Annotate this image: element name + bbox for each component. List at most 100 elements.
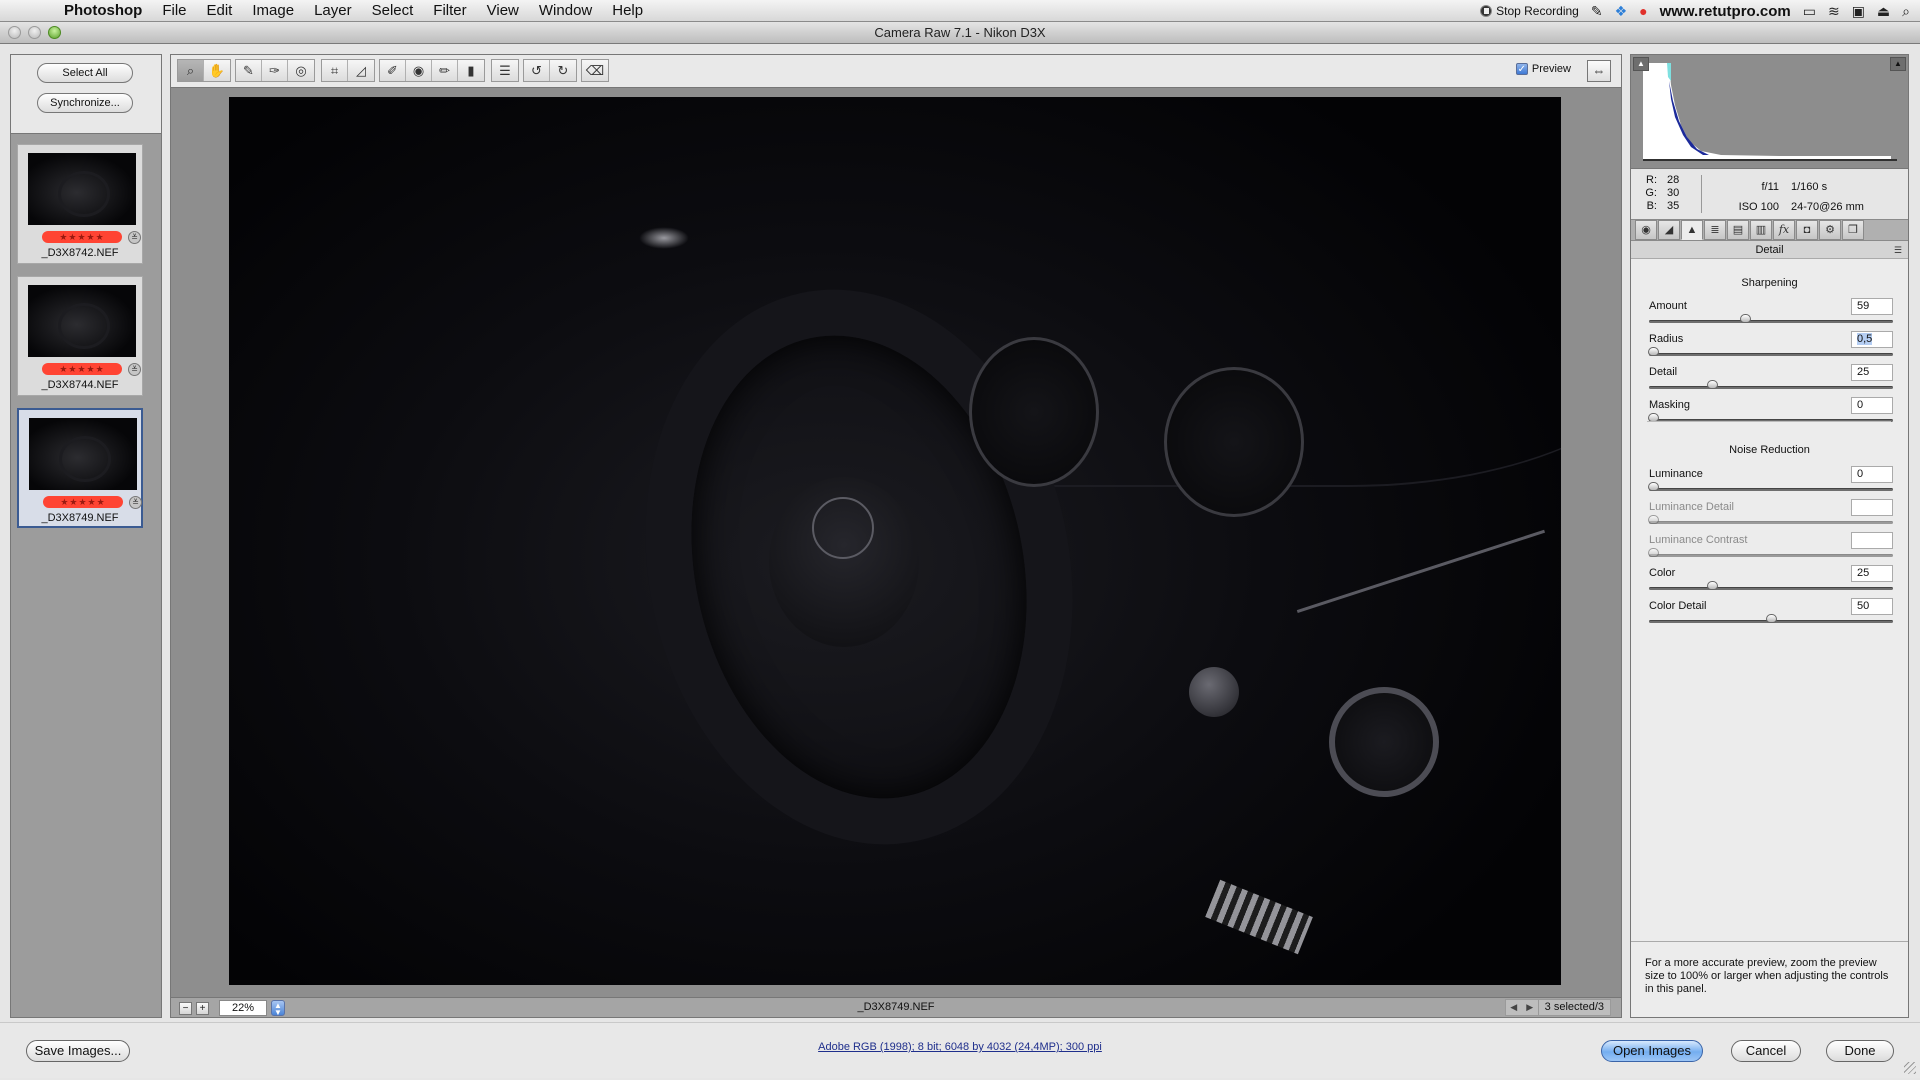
previous-image-icon[interactable]: ◀ [1506, 1002, 1522, 1013]
menu-app-name[interactable]: Photoshop [54, 0, 152, 22]
luminance-contrast-slider-track [1649, 554, 1893, 557]
panel-menu-icon[interactable]: ☰ [1894, 241, 1902, 259]
thumbnail-item[interactable]: ★★★★★ ≚ _D3X8742.NEF [17, 144, 143, 264]
menu-filter[interactable]: Filter [423, 0, 476, 22]
hand-tool-icon[interactable]: ✋ [204, 60, 230, 81]
amount-value-field[interactable]: 59 [1851, 298, 1893, 315]
radius-slider-track[interactable] [1649, 353, 1893, 356]
cancel-button[interactable]: Cancel [1731, 1040, 1801, 1062]
amount-slider-handle[interactable] [1740, 314, 1752, 323]
color-sampler-tool-icon[interactable]: ✑ [262, 60, 288, 81]
adjustment-brush-tool-icon[interactable]: ✏ [432, 60, 458, 81]
window-title: Camera Raw 7.1 - Nikon D3X [874, 25, 1046, 40]
targeted-adjustment-tool-icon[interactable]: ◎ [288, 60, 314, 81]
image-canvas[interactable] [171, 87, 1621, 997]
panel-tabs: ◉ ◢ ▲ ≣ ▤ ▥ fx ◘ ⚙ ❐ [1631, 219, 1908, 241]
selection-count: 3 selected/3 [1537, 1000, 1610, 1015]
rotate-right-icon[interactable]: ↻ [550, 60, 576, 81]
crop-tool-icon[interactable]: ⌗ [322, 60, 348, 81]
stop-recording-button[interactable]: Stop Recording [1480, 4, 1579, 18]
radius-value-field[interactable]: 0,5 [1851, 331, 1893, 348]
color-detail-value-field[interactable]: 50 [1851, 598, 1893, 615]
menu-edit[interactable]: Edit [197, 0, 243, 22]
red-eye-removal-tool-icon[interactable]: ◉ [406, 60, 432, 81]
spot-removal-tool-icon[interactable]: ✐ [380, 60, 406, 81]
luminance-slider-track[interactable] [1649, 488, 1893, 491]
rating-stars[interactable]: ★★★★★ [42, 231, 122, 243]
color-value-field[interactable]: 25 [1851, 565, 1893, 582]
filmstrip-panel: Select All Synchronize... ★★★★★ ≚ _D3X87… [10, 54, 162, 1018]
menu-select[interactable]: Select [362, 0, 424, 22]
dropbox-icon[interactable]: ❖ [1615, 3, 1628, 20]
menu-view[interactable]: View [477, 0, 529, 22]
amount-slider-track[interactable] [1649, 320, 1893, 323]
open-images-button[interactable]: Open Images [1601, 1040, 1703, 1062]
tab-basic-icon[interactable]: ◉ [1635, 220, 1657, 240]
tab-effects-icon[interactable]: fx [1773, 220, 1795, 240]
menu-layer[interactable]: Layer [304, 0, 362, 22]
histogram-graph [1643, 63, 1897, 161]
preferences-icon[interactable]: ☰ [492, 60, 518, 81]
luminance-label: Luminance [1649, 468, 1703, 480]
wifi-icon[interactable]: ≋ [1828, 3, 1840, 20]
thumbnail-item[interactable]: ★★★★★ ≚ _D3X8744.NEF [17, 276, 143, 396]
select-all-button[interactable]: Select All [37, 63, 133, 83]
color-detail-slider-handle[interactable] [1766, 614, 1777, 623]
shadow-clipping-warning-icon[interactable]: ▲ [1633, 57, 1649, 71]
synchronize-button[interactable]: Synchronize... [37, 93, 133, 113]
eject-icon[interactable]: ⏏ [1877, 3, 1890, 20]
graduated-filter-tool-icon[interactable]: ▮ [458, 60, 484, 81]
menu-file[interactable]: File [152, 0, 196, 22]
histogram-white-luminance [1643, 63, 1891, 159]
radius-slider: Radius 0,5 [1648, 331, 1893, 366]
checkbox-checked-icon[interactable]: ✓ [1515, 63, 1528, 75]
straighten-tool-icon[interactable]: ◿ [348, 60, 374, 81]
tab-presets-icon[interactable]: ⚙ [1819, 220, 1841, 240]
detail-slider-track[interactable] [1649, 386, 1893, 389]
tab-snapshots-icon[interactable]: ❐ [1842, 220, 1864, 240]
photo-knob [1189, 667, 1239, 717]
masking-value-field[interactable]: 0 [1851, 397, 1893, 414]
rating-stars[interactable]: ★★★★★ [43, 496, 123, 508]
zoom-tool-icon[interactable]: ⌕ [178, 60, 204, 81]
preview-photo[interactable] [229, 97, 1561, 985]
tab-lens-corrections-icon[interactable]: ▥ [1750, 220, 1772, 240]
resize-grip[interactable] [1904, 1062, 1916, 1074]
color-slider-handle[interactable] [1707, 581, 1718, 590]
radius-slider-handle[interactable] [1648, 347, 1659, 356]
menu-image[interactable]: Image [242, 0, 304, 22]
battery-icon[interactable]: ▣ [1852, 3, 1865, 20]
next-image-icon[interactable]: ▶ [1522, 1002, 1538, 1013]
white-balance-tool-icon[interactable]: ✎ [236, 60, 262, 81]
tab-split-toning-icon[interactable]: ▤ [1727, 220, 1749, 240]
color-slider-track[interactable] [1649, 587, 1893, 590]
sharpening-heading: Sharpening [1741, 277, 1798, 289]
display-icon[interactable]: ▭ [1803, 3, 1816, 20]
preview-checkbox[interactable]: ✓ Preview [1515, 63, 1571, 75]
highlight-clipping-warning-icon[interactable]: ▲ [1890, 57, 1906, 71]
fullscreen-toggle-icon[interactable]: ⇔ [1587, 60, 1611, 82]
r-label: R: [1646, 174, 1657, 186]
thumbnail-item-selected[interactable]: ★★★★★ ≚ _D3X8749.NEF [17, 408, 143, 528]
trash-icon[interactable]: ⌫ [582, 60, 608, 81]
detail-slider-handle[interactable] [1707, 380, 1718, 389]
tab-camera-calibration-icon[interactable]: ◘ [1796, 220, 1818, 240]
panel-title: Detail ☰ [1631, 241, 1908, 259]
spotlight-search-icon[interactable]: ⌕ [1902, 3, 1910, 20]
luminance-slider-handle[interactable] [1648, 482, 1659, 491]
detail-value-field[interactable]: 25 [1851, 364, 1893, 381]
rotate-left-icon[interactable]: ↺ [524, 60, 550, 81]
tab-detail-icon[interactable]: ▲ [1681, 220, 1703, 240]
noise-reduction-heading: Noise Reduction [1729, 444, 1810, 456]
menu-help[interactable]: Help [602, 0, 653, 22]
done-button[interactable]: Done [1826, 1040, 1894, 1062]
tab-tone-curve-icon[interactable]: ◢ [1658, 220, 1680, 240]
b-label: B: [1646, 200, 1657, 212]
menu-window[interactable]: Window [529, 0, 602, 22]
recorder-app-icon[interactable]: ● [1639, 3, 1647, 19]
workflow-options-text[interactable]: Adobe RGB (1998); 8 bit; 6048 by 4032 (2… [818, 1041, 1102, 1053]
wacom-icon[interactable]: ✎ [1591, 3, 1603, 20]
tab-hsl-icon[interactable]: ≣ [1704, 220, 1726, 240]
rating-stars[interactable]: ★★★★★ [42, 363, 122, 375]
luminance-value-field[interactable]: 0 [1851, 466, 1893, 483]
